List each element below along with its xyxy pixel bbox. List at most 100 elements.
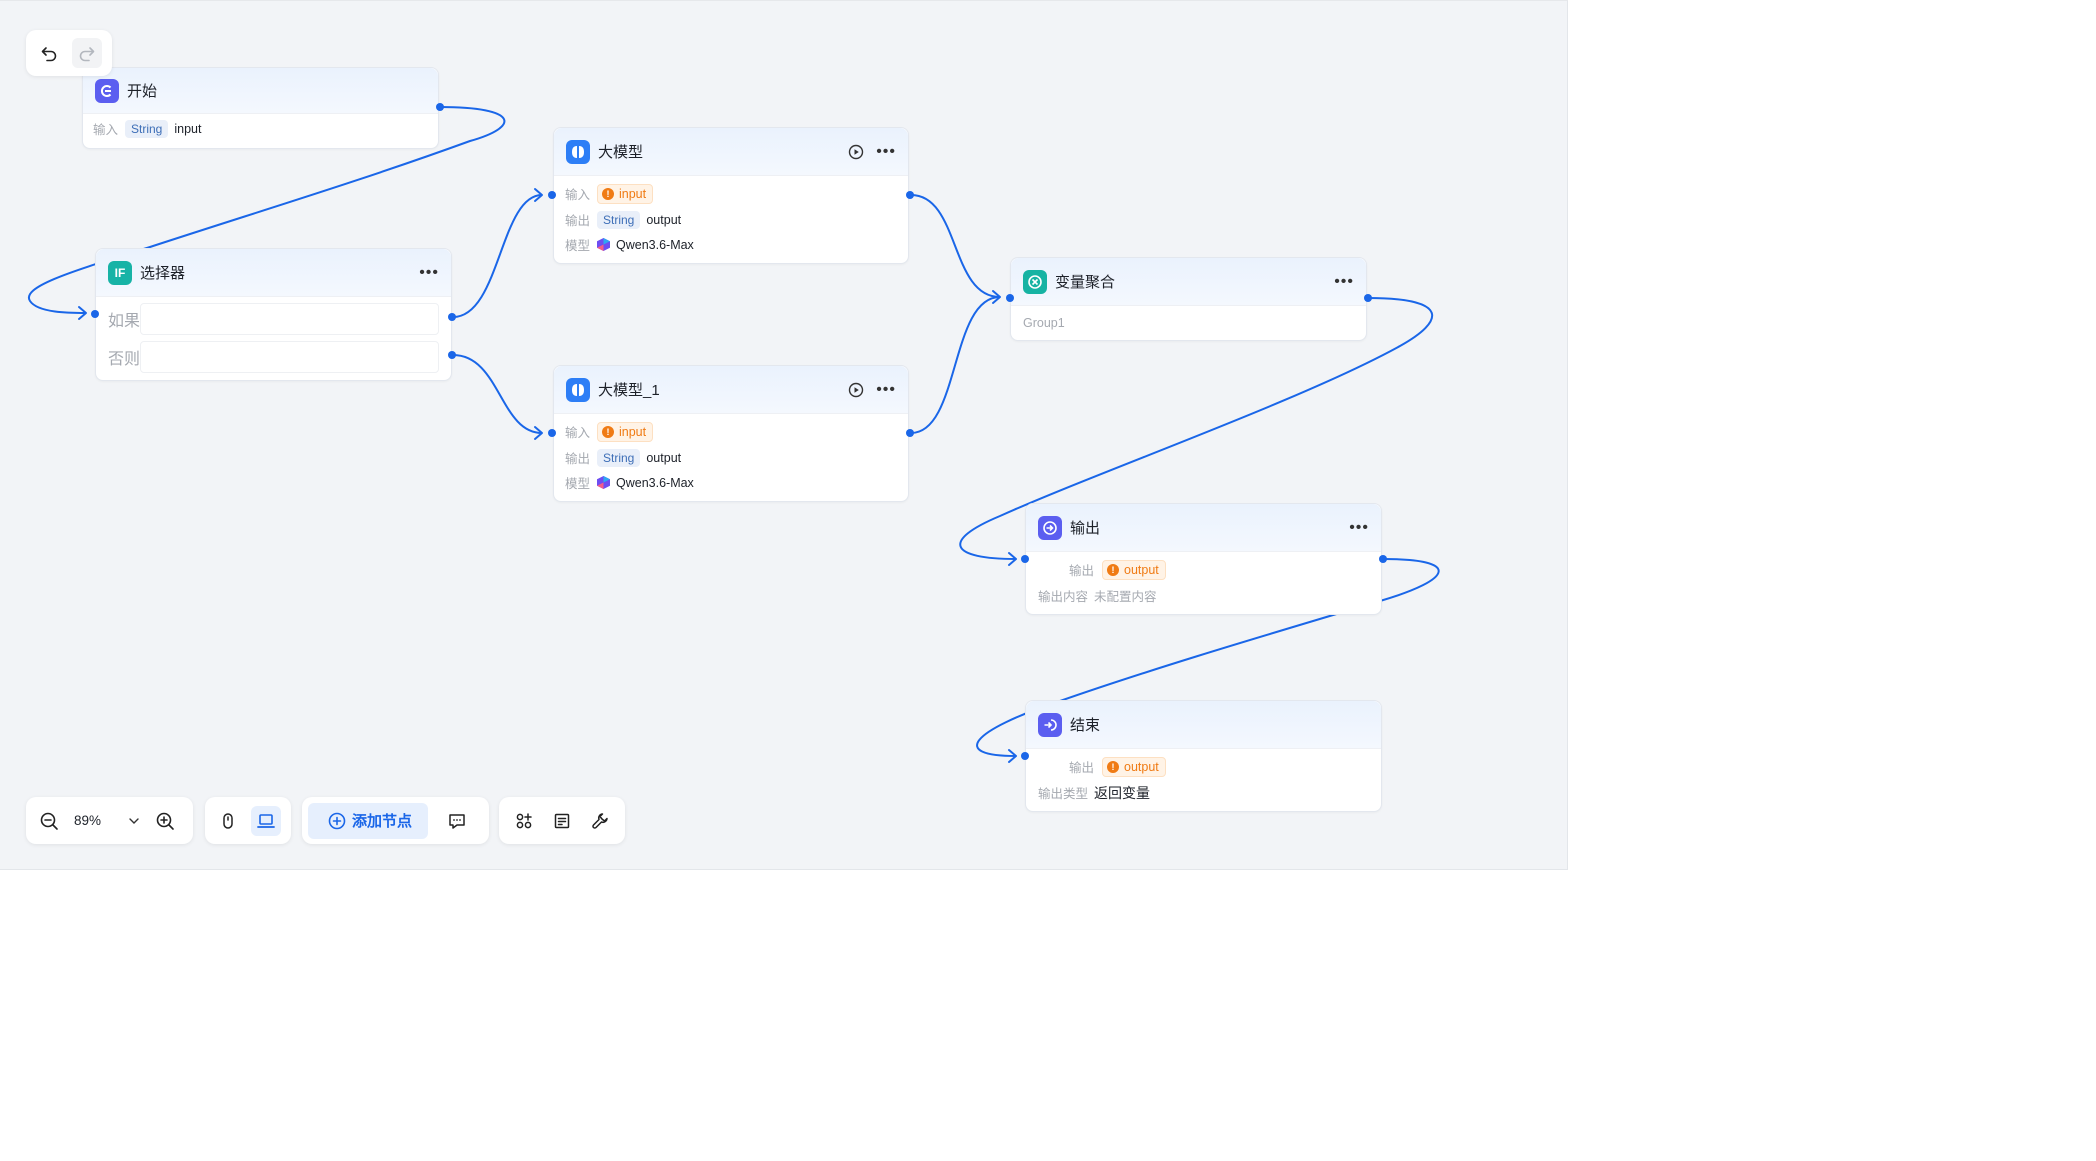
qwen-logo-icon [597,476,610,489]
output-output-handle[interactable] [1379,555,1387,563]
end-input-handle[interactable] [1021,752,1029,760]
else-condition-field[interactable] [140,341,439,373]
llm-output-handle[interactable] [906,191,914,199]
add-node-toolbar: 添加节点 [302,797,489,844]
zoom-in-icon [156,812,174,830]
input-value: input [619,186,647,201]
if-label: 如果 [108,313,141,330]
aggregator-output-handle[interactable] [1364,294,1372,302]
variable-name: output [646,212,682,227]
run-icon[interactable] [848,144,864,160]
start-node[interactable]: 开始 输入 String input [82,67,439,149]
start-output-handle[interactable] [436,103,444,111]
else-label: 否则 [108,351,141,368]
add-node-label: 添加节点 [352,813,413,830]
type-tag: String [125,119,169,138]
node-title: 选择器 [140,265,186,282]
input-warning-tag[interactable]: ! input [597,421,654,442]
plus-circle-icon [328,812,346,829]
run-icon[interactable] [848,382,864,398]
start-icon [95,78,119,103]
type-tag: String [597,448,641,467]
output-label: 输出 [565,214,591,228]
zoom-select[interactable]: 89% [68,806,146,836]
node-title: 大模型_1 [598,382,660,399]
layout-button[interactable] [509,806,539,836]
brain-icon [566,139,590,164]
type-label: 输出类型 [1038,787,1089,801]
output-warning-tag[interactable]: ! output [1102,559,1166,580]
redo-icon [79,47,95,62]
more-icon[interactable]: ••• [876,143,896,159]
zoom-toolbar: 89% [26,797,193,844]
content-label: 输出内容 [1038,590,1089,604]
llm1-input-handle[interactable] [548,429,556,437]
selector-input-handle[interactable] [91,310,99,318]
output-label: 输出 [1068,564,1094,578]
output-node[interactable]: 输出 ••• 输出 ! output 输出内容 未配置内容 [1025,503,1382,615]
model-label: 模型 [565,477,591,491]
input-warning-tag[interactable]: ! input [597,183,654,204]
touchpad-mode-button[interactable] [251,805,281,836]
zoom-out-icon [40,812,58,830]
chevron-down-icon [129,817,139,824]
variable-name: output [646,450,682,465]
comment-button[interactable] [442,806,472,836]
llm1-node[interactable]: 大模型_1 ••• 输入 ! input 输出 String output 模型 … [553,365,909,502]
input-label: 输入 [565,188,591,202]
tools-toolbar [499,797,625,844]
wrench-icon [592,812,608,829]
llm1-output-handle[interactable] [906,429,914,437]
warning-icon: ! [1107,563,1119,576]
type-tag: String [597,210,641,229]
selector-node[interactable]: IF 选择器 ••• 如果 否则 [95,248,452,381]
warning-icon: ! [1107,760,1119,773]
more-icon[interactable]: ••• [1349,519,1369,535]
more-icon[interactable]: ••• [876,381,896,397]
input-value: input [619,424,647,439]
zoom-out-button[interactable] [34,806,64,836]
comment-icon [449,813,465,829]
more-icon[interactable]: ••• [419,264,439,280]
output-label: 输出 [565,452,591,466]
zoom-value: 89% [74,813,102,828]
undo-button[interactable] [34,38,64,68]
log-button[interactable] [547,806,577,836]
laptop-icon [257,813,275,828]
node-title: 变量聚合 [1055,274,1116,291]
input-label: 输入 [565,426,591,440]
node-title: 开始 [127,83,158,100]
aggregator-node[interactable]: 变量聚合 ••• Group1 [1010,257,1367,341]
node-title: 大模型 [598,144,644,161]
mouse-mode-button[interactable] [213,806,243,836]
type-value: 返回变量 [1094,784,1150,801]
model-label: 模型 [565,239,591,253]
redo-button[interactable] [72,38,102,68]
brain-icon [566,377,590,402]
selector-else-handle[interactable] [448,351,456,359]
add-node-button[interactable]: 添加节点 [308,802,429,839]
aggregate-icon [1023,269,1047,294]
output-input-handle[interactable] [1021,555,1029,563]
llm-input-handle[interactable] [548,191,556,199]
model-name: Qwen3.6-Max [616,237,694,252]
history-toolbar [26,30,112,76]
settings-button[interactable] [585,806,615,836]
output-warning-tag[interactable]: ! output [1102,756,1166,777]
workflow-canvas[interactable]: 开始 输入 String input IF 选择器 ••• 如果 否则 大模型 … [0,0,1568,870]
zoom-in-button[interactable] [150,806,180,836]
output-icon [1038,515,1062,540]
content-value: 未配置内容 [1094,590,1157,604]
mode-toolbar [205,797,291,844]
more-icon[interactable]: ••• [1334,273,1354,289]
group-name: Group1 [1023,315,1065,330]
llm-node[interactable]: 大模型 ••• 输入 ! input 输出 String output 模型 Qw… [553,127,909,264]
edge-selector-else-to-llm1 [452,354,543,434]
selector-if-handle[interactable] [448,313,456,321]
if-condition-field[interactable] [140,303,439,335]
output-label: 输出 [1068,761,1094,775]
node-title: 结束 [1070,717,1101,734]
end-node[interactable]: 结束 输出 ! output 输出类型 返回变量 [1025,700,1382,812]
end-icon [1038,712,1062,737]
aggregator-input-handle[interactable] [1006,294,1014,302]
